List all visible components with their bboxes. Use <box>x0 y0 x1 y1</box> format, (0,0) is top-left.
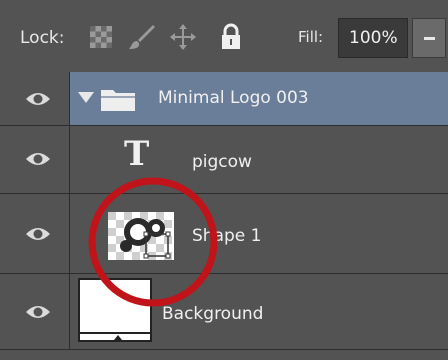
layers-options-bar: Lock: Fill: 100% <box>0 0 448 73</box>
artboard-marker-icon <box>114 335 122 340</box>
fill-dropdown-button[interactable] <box>412 18 446 58</box>
expand-triangle-icon[interactable] <box>78 92 94 103</box>
lock-position-icon[interactable] <box>168 22 198 52</box>
layer-name: Minimal Logo 003 <box>158 88 309 108</box>
fill-label: Fill: <box>298 28 324 46</box>
lock-label: Lock: <box>20 28 65 48</box>
layer-name: Background <box>162 304 264 324</box>
visibility-toggle[interactable] <box>0 274 70 349</box>
layer-row-text[interactable]: pigcow <box>0 126 448 194</box>
shape-thumbnail-icon <box>108 212 174 260</box>
layer-row-shape[interactable]: Shape 1 <box>0 194 448 274</box>
lock-transparent-pixels-icon[interactable] <box>86 22 116 52</box>
layer-row-background[interactable]: Background <box>0 274 448 350</box>
background-thumbnail <box>78 278 152 342</box>
layer-name: Shape 1 <box>192 226 262 246</box>
layer-row-group[interactable]: Minimal Logo 003 <box>0 72 448 126</box>
eye-icon <box>26 306 50 318</box>
layer-name: pigcow <box>192 152 252 172</box>
eye-icon <box>26 93 50 105</box>
visibility-toggle[interactable] <box>0 72 70 125</box>
layers-panel: Lock: Fill: 100% Minimal Logo 003 pigcow… <box>0 0 448 360</box>
fill-input[interactable]: 100% <box>338 18 408 58</box>
visibility-toggle[interactable] <box>0 126 70 193</box>
lock-image-pixels-icon[interactable] <box>126 22 156 52</box>
text-layer-icon: T <box>124 134 150 174</box>
eye-icon <box>26 153 50 165</box>
folder-icon <box>101 90 135 111</box>
eye-icon <box>26 228 50 240</box>
visibility-toggle[interactable] <box>0 194 70 273</box>
lock-all-icon[interactable] <box>216 22 246 52</box>
